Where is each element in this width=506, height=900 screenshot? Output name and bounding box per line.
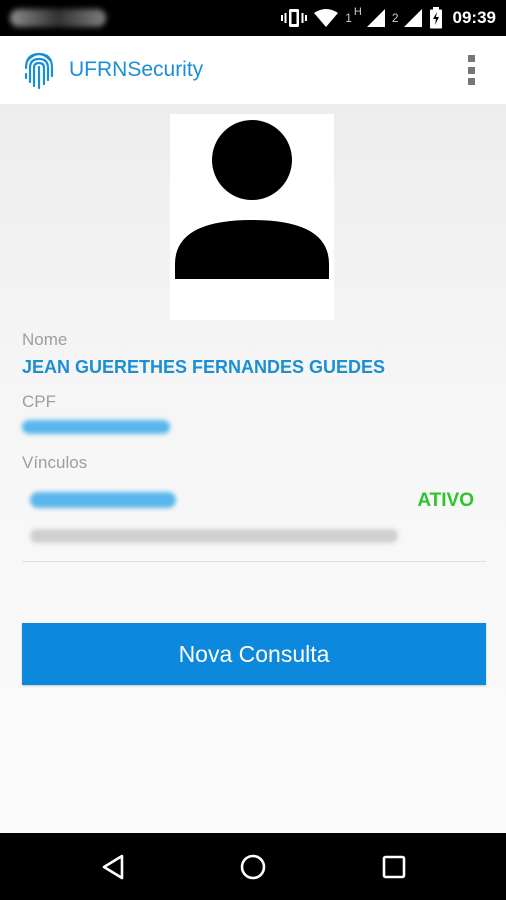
- app-title: UFRNSecurity: [69, 58, 204, 81]
- signal-sim2-icon: [403, 9, 422, 27]
- profile-content: Nome JEAN GUERETHES FERNANDES GUEDES CPF…: [0, 104, 506, 833]
- battery-charging-icon: [429, 7, 442, 29]
- sim2-label: 2: [391, 11, 399, 25]
- wifi-icon: [314, 9, 339, 27]
- vinculo-detail-redacted: [30, 529, 398, 543]
- vinculo-status-badge: ATIVO: [417, 490, 474, 511]
- navigation-bar: [0, 833, 506, 900]
- more-vert-icon[interactable]: [466, 55, 476, 85]
- cpf-value-redacted: [22, 420, 170, 434]
- name-value: JEAN GUERETHES FERNANDES GUEDES: [22, 357, 386, 377]
- status-icons: 1 H 2 09:39: [281, 0, 496, 36]
- person-placeholder-icon: [175, 120, 329, 279]
- vinculos-label: Vínculos: [22, 453, 88, 472]
- status-bar: 1 H 2 09:39: [0, 0, 506, 36]
- home-circle-icon: [240, 854, 266, 880]
- recents-button[interactable]: [378, 851, 410, 883]
- new-query-button[interactable]: Nova Consulta: [22, 623, 486, 685]
- home-button[interactable]: [237, 851, 269, 883]
- back-button[interactable]: [97, 851, 129, 883]
- blurred-notification-area: [10, 9, 106, 27]
- signal-sim1-icon: [366, 9, 385, 27]
- app-bar: UFRNSecurity: [0, 36, 506, 104]
- fingerprint-icon: [24, 52, 54, 90]
- sim1-label: 1: [345, 11, 352, 25]
- back-triangle-icon: [102, 854, 124, 880]
- vibrate-icon: [281, 9, 308, 27]
- clock: 09:39: [452, 8, 496, 27]
- recents-square-icon: [382, 855, 406, 879]
- avatar: [170, 114, 334, 320]
- divider: [22, 561, 486, 562]
- cpf-label: CPF: [22, 392, 56, 411]
- vinculo-title-redacted: [30, 492, 176, 508]
- name-label: Nome: [22, 330, 68, 349]
- network-type-label: H: [353, 6, 362, 18]
